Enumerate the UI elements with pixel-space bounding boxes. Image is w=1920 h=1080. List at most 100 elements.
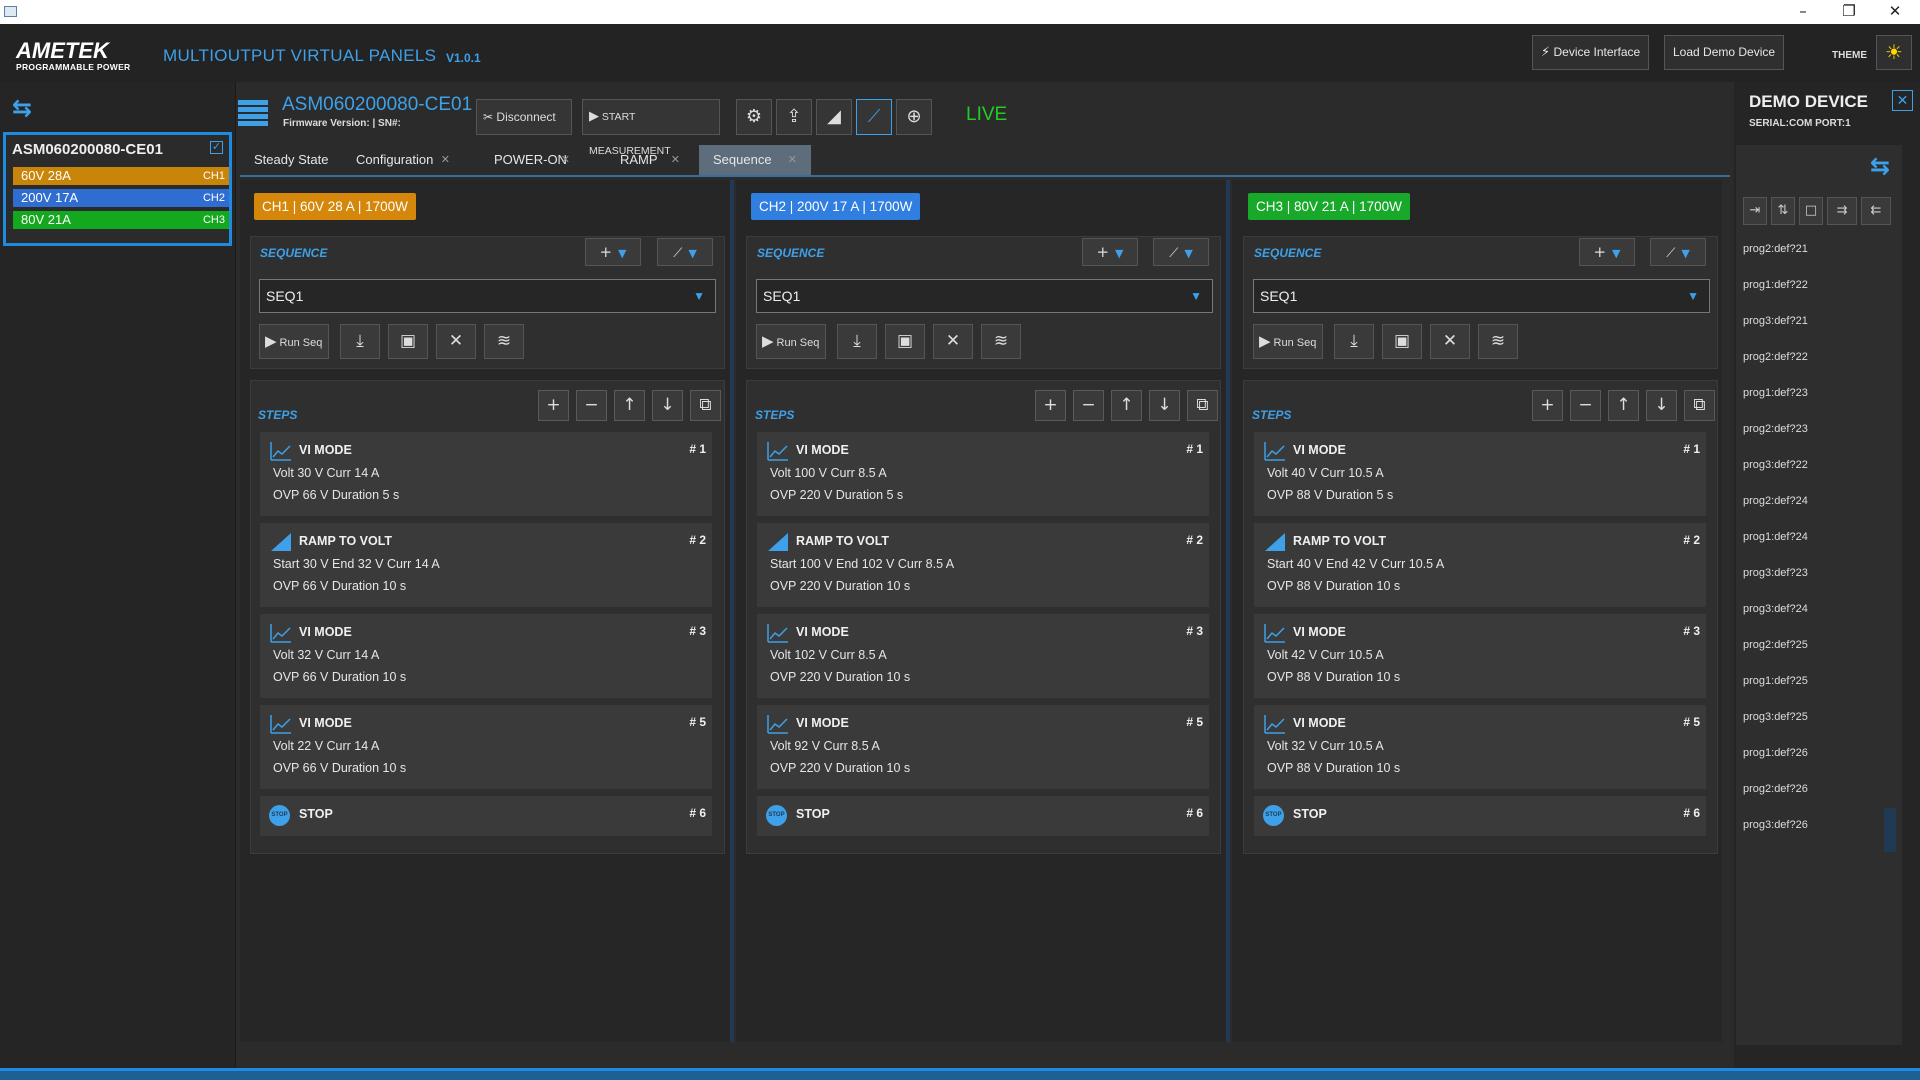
program-item[interactable]: prog3:def?26 <box>1743 819 1808 831</box>
step-card[interactable]: VI MODE # 5 Volt 92 V Curr 8.5 A OVP 220… <box>757 705 1209 789</box>
step-card[interactable]: STOP STOP # 6 <box>1254 796 1706 836</box>
run-sequence-button[interactable]: ▶ Run Seq <box>259 324 329 359</box>
sidebar-channel-ch2[interactable]: 200V 17A CH2 <box>13 189 229 207</box>
step-card[interactable]: VI MODE # 1 Volt 30 V Curr 14 A OVP 66 V… <box>260 432 712 516</box>
close-icon[interactable]: ✕ <box>1892 90 1913 111</box>
stop-square-icon[interactable]: □ <box>1799 197 1823 225</box>
program-item[interactable]: prog2:def?23 <box>1743 423 1808 435</box>
tab-power-on[interactable]: POWER-ON ✕ <box>494 145 574 175</box>
disconnect-button[interactable]: ✂ Disconnect <box>476 99 572 135</box>
move-down-icon[interactable]: ↓ <box>1149 390 1180 421</box>
swap-arrows-icon[interactable]: ⇆ <box>1870 152 1890 180</box>
step-card[interactable]: VI MODE # 5 Volt 22 V Curr 14 A OVP 66 V… <box>260 705 712 789</box>
swap-arrows-icon[interactable]: ⇆ <box>12 94 32 122</box>
copy-step-icon[interactable]: ⧉ <box>1684 390 1715 421</box>
send-icon[interactable]: ⇉ <box>1827 197 1857 225</box>
move-up-icon[interactable]: ↑ <box>614 390 645 421</box>
export-icon[interactable]: ⇪ <box>776 99 812 135</box>
move-down-icon[interactable]: ↓ <box>1646 390 1677 421</box>
program-item[interactable]: prog1:def?23 <box>1743 387 1808 399</box>
program-item[interactable]: prog2:def?22 <box>1743 351 1808 363</box>
step-card[interactable]: VI MODE # 5 Volt 32 V Curr 10.5 A OVP 88… <box>1254 705 1706 789</box>
program-item[interactable]: prog3:def?22 <box>1743 459 1808 471</box>
scrollbar-thumb[interactable] <box>1884 808 1896 852</box>
step-card[interactable]: VI MODE # 1 Volt 40 V Curr 10.5 A OVP 88… <box>1254 432 1706 516</box>
add-step-icon[interactable]: + <box>1532 390 1563 421</box>
step-card[interactable]: STOP STOP # 6 <box>757 796 1209 836</box>
gear-icon[interactable]: ⚙ <box>736 99 772 135</box>
sequence-chart-button[interactable]: ⟋ ▼ <box>1153 238 1209 266</box>
restore-button[interactable]: ❐ <box>1826 0 1872 24</box>
chart-icon[interactable]: ⟋ <box>856 99 892 135</box>
sequence-select[interactable]: SEQ1 ▼ <box>1253 279 1710 313</box>
device-card[interactable]: ASM060200080-CE01 ✓ 60V 28A CH1 200V 17A… <box>3 132 232 246</box>
load-demo-device-button[interactable]: Load Demo Device <box>1664 35 1785 70</box>
step-card[interactable]: RAMP TO VOLT # 2 Start 100 V End 102 V C… <box>757 523 1209 607</box>
program-item[interactable]: prog1:def?26 <box>1743 747 1808 759</box>
add-sequence-button[interactable]: + ▼ <box>1579 238 1635 266</box>
sidebar-channel-ch3[interactable]: 80V 21A CH3 <box>13 211 229 229</box>
move-up-icon[interactable]: ↑ <box>1608 390 1639 421</box>
add-sequence-button[interactable]: + ▼ <box>585 238 641 266</box>
step-card[interactable]: VI MODE # 1 Volt 100 V Curr 8.5 A OVP 22… <box>757 432 1209 516</box>
program-item[interactable]: prog1:def?22 <box>1743 279 1808 291</box>
sequence-select[interactable]: SEQ1 ▼ <box>259 279 716 313</box>
program-item[interactable]: prog3:def?23 <box>1743 567 1808 579</box>
ramp-icon[interactable]: ◢ <box>816 99 852 135</box>
minimize-button[interactable]: – <box>1780 0 1826 24</box>
program-item[interactable]: prog2:def?26 <box>1743 783 1808 795</box>
program-item[interactable]: prog2:def?24 <box>1743 495 1808 507</box>
add-sequence-button[interactable]: + ▼ <box>1082 238 1138 266</box>
run-sequence-button[interactable]: ▶ Run Seq <box>1253 324 1323 359</box>
sync-icon[interactable]: ⇅ <box>1771 197 1795 225</box>
device-select-checkbox[interactable]: ✓ <box>210 141 223 154</box>
start-measurement-button[interactable]: ▶ START MEASUREMENT <box>582 99 720 157</box>
tab-sequence[interactable]: Sequence ✕ <box>699 145 811 175</box>
add-step-icon[interactable]: + <box>538 390 569 421</box>
program-item[interactable]: prog1:def?25 <box>1743 675 1808 687</box>
close-tab-icon[interactable]: ✕ <box>561 145 570 175</box>
layers-icon[interactable]: ≋ <box>981 324 1021 359</box>
step-card[interactable]: VI MODE # 3 Volt 102 V Curr 8.5 A OVP 22… <box>757 614 1209 698</box>
import-icon[interactable]: ⇥ <box>1743 197 1767 225</box>
step-card[interactable]: VI MODE # 3 Volt 42 V Curr 10.5 A OVP 88… <box>1254 614 1706 698</box>
sequence-chart-button[interactable]: ⟋ ▼ <box>657 238 713 266</box>
save-icon[interactable]: ▣ <box>885 324 925 359</box>
program-item[interactable]: prog3:def?21 <box>1743 315 1808 327</box>
sidebar-channel-ch1[interactable]: 60V 28A CH1 <box>13 167 229 185</box>
sequence-chart-button[interactable]: ⟋ ▼ <box>1650 238 1706 266</box>
tab-configuration[interactable]: Configuration ✕ <box>356 145 450 175</box>
program-item[interactable]: prog3:def?25 <box>1743 711 1808 723</box>
close-window-button[interactable]: ✕ <box>1872 0 1918 24</box>
copy-step-icon[interactable]: ⧉ <box>1187 390 1218 421</box>
layers-icon[interactable]: ≋ <box>1478 324 1518 359</box>
sun-icon[interactable]: ☀ <box>1876 35 1912 70</box>
program-item[interactable]: prog2:def?25 <box>1743 639 1808 651</box>
layers-icon[interactable]: ≋ <box>484 324 524 359</box>
device-interface-button[interactable]: ⚡ Device Interface <box>1532 35 1650 70</box>
program-item[interactable]: prog1:def?24 <box>1743 531 1808 543</box>
download-icon[interactable]: ⤓ <box>340 324 380 359</box>
program-item[interactable]: prog2:def?21 <box>1743 243 1808 255</box>
step-card[interactable]: VI MODE # 3 Volt 32 V Curr 14 A OVP 66 V… <box>260 614 712 698</box>
move-up-icon[interactable]: ↑ <box>1111 390 1142 421</box>
step-card[interactable]: RAMP TO VOLT # 2 Start 30 V End 32 V Cur… <box>260 523 712 607</box>
delete-icon[interactable]: ✕ <box>436 324 476 359</box>
delete-icon[interactable]: ✕ <box>933 324 973 359</box>
download-icon[interactable]: ⤓ <box>837 324 877 359</box>
add-step-icon[interactable]: + <box>1035 390 1066 421</box>
close-tab-icon[interactable]: ✕ <box>671 145 680 175</box>
save-to-device-icon[interactable]: ⇇ <box>1861 197 1891 225</box>
step-card[interactable]: RAMP TO VOLT # 2 Start 40 V End 42 V Cur… <box>1254 523 1706 607</box>
remove-step-icon[interactable]: − <box>1570 390 1601 421</box>
close-tab-icon[interactable]: ✕ <box>441 145 450 175</box>
tab-steady-state[interactable]: Steady State <box>254 145 334 175</box>
copy-step-icon[interactable]: ⧉ <box>690 390 721 421</box>
close-tab-icon[interactable]: ✕ <box>788 145 797 175</box>
save-icon[interactable]: ▣ <box>1382 324 1422 359</box>
target-icon[interactable]: ⊕ <box>896 99 932 135</box>
move-down-icon[interactable]: ↓ <box>652 390 683 421</box>
remove-step-icon[interactable]: − <box>576 390 607 421</box>
delete-icon[interactable]: ✕ <box>1430 324 1470 359</box>
save-icon[interactable]: ▣ <box>388 324 428 359</box>
